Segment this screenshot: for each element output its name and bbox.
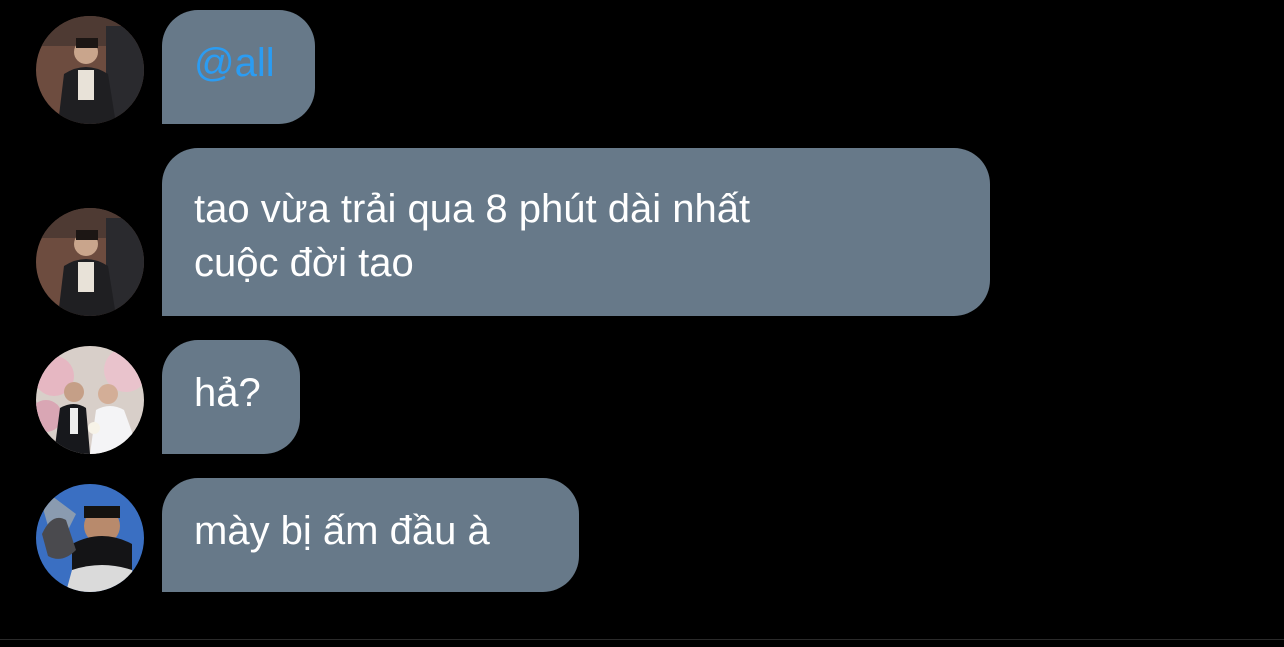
message-row: hả?: [36, 340, 336, 454]
message-text: mày bị ấm đầu à: [194, 509, 490, 553]
message-row: tao vừa trải qua 8 phút dài nhất cuộc đờ…: [36, 148, 996, 316]
message-bubble[interactable]: hả?: [162, 340, 300, 454]
message-row: mày bị ấm đầu à: [36, 478, 596, 592]
message-row: @all: [36, 10, 336, 124]
divider: [0, 639, 1284, 640]
message-text-line: tao vừa trải qua 8 phút dài nhất: [194, 187, 751, 231]
mention-text[interactable]: @all: [194, 41, 275, 85]
avatar[interactable]: [36, 208, 144, 316]
message-bubble[interactable]: tao vừa trải qua 8 phút dài nhất cuộc đờ…: [162, 148, 990, 316]
chat-thread: @all tao vừa trải qua 8 phút dài nhất cu…: [0, 0, 1284, 640]
avatar-icon: [36, 208, 144, 316]
message-bubble[interactable]: @all: [162, 10, 315, 124]
avatar-icon: [36, 346, 144, 454]
avatar[interactable]: [36, 484, 144, 592]
avatar-icon: [36, 16, 144, 124]
message-text: hả?: [194, 371, 261, 415]
avatar[interactable]: [36, 346, 144, 454]
avatar-icon: [36, 484, 144, 592]
message-text-line: cuộc đời tao: [194, 241, 414, 285]
avatar[interactable]: [36, 16, 144, 124]
message-bubble[interactable]: mày bị ấm đầu à: [162, 478, 579, 592]
